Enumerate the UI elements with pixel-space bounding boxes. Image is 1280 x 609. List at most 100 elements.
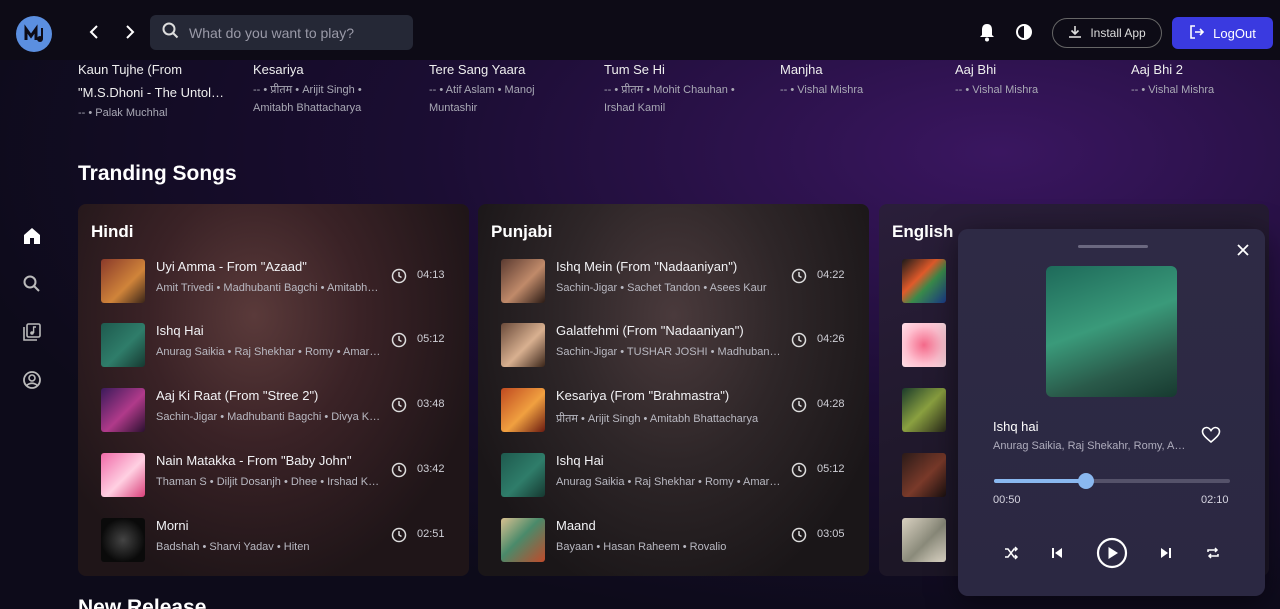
recent-subtitle: -- • Vishal Mishra [780,84,864,96]
progress-fill [994,479,1087,483]
repeat-icon[interactable] [1203,543,1223,563]
song-duration: 04:28 [817,398,845,410]
song-duration: 03:42 [417,463,445,475]
recent-item[interactable]: Kesariya -- • प्रीतम • Arijit Singh • Am… [253,58,413,117]
logout-label: LogOut [1213,25,1256,41]
close-icon[interactable] [1236,243,1250,257]
recent-subtitle: -- • Atif Aslam • Manoj [429,84,535,96]
recent-subtitle: -- • Palak Muchhal [78,107,168,119]
home-icon[interactable] [20,224,44,248]
song-artist: Sachin-Jigar • Madhubanti Bagchi • Divya… [156,411,381,423]
search-input[interactable] [189,24,399,41]
search-nav-icon[interactable] [20,272,44,296]
hindi-card: Hindi Uyi Amma - From "Azaad" Amit Trive… [78,204,469,576]
recent-item[interactable]: Aaj Bhi -- • Vishal Mishra [955,58,1115,99]
song-duration: 04:22 [817,269,845,281]
song-row[interactable]: Morni Badshah • Sharvi Yadav • Hiten 02:… [101,518,461,564]
forward-arrow-icon[interactable] [118,20,142,44]
theme-toggle-icon[interactable] [1014,22,1034,42]
clock-icon [791,332,807,348]
clock-icon [391,332,407,348]
song-artist: Amit Trivedi • Madhubanti Bagchi • Amita… [156,282,381,294]
profile-icon[interactable] [20,368,44,392]
clock-icon [791,462,807,478]
song-thumbnail [101,259,145,303]
song-row[interactable]: Ishq Mein (From "Nadaaniyan") Sachin-Jig… [501,259,861,305]
song-thumbnail [501,518,545,562]
recent-title: "M.S.Dhoni - The Untol… [78,85,224,100]
song-thumbnail [902,518,946,562]
new-release-section-title: New Release [78,596,207,609]
progress-knob[interactable] [1078,473,1095,489]
recent-subtitle: Amitabh Bhattacharya [253,102,362,114]
song-artist: Sachin-Jigar • Sachet Tandon • Asees Kau… [556,282,767,294]
recent-item[interactable]: Tum Se Hi -- • प्रीतम • Mohit Chauhan • … [604,58,764,117]
song-name: Ishq Hai [156,323,204,338]
current-time: 00:50 [993,494,1021,506]
song-name: Morni [156,518,189,533]
recent-subtitle: -- • प्रीतम • Mohit Chauhan • [604,84,735,96]
song-thumbnail [501,323,545,367]
recent-title: Tere Sang Yaara [429,62,526,77]
recent-item[interactable]: Kaun Tujhe (From "M.S.Dhoni - The Untol…… [78,58,238,122]
song-name: Uyi Amma - From "Azaad" [156,259,307,274]
song-row[interactable]: Ishq Hai Anurag Saikia • Raj Shekhar • R… [501,453,861,499]
recent-item[interactable]: Aaj Bhi 2 -- • Vishal Mishra [1131,58,1280,99]
recent-title: Kaun Tujhe (From [78,62,183,77]
song-thumbnail [101,453,145,497]
app-logo[interactable] [16,16,52,52]
clock-icon [391,462,407,478]
song-thumbnail [501,259,545,303]
song-row[interactable]: Ishq Hai Anurag Saikia • Raj Shekhar • R… [101,323,461,369]
recent-title: Kesariya [253,62,304,77]
heart-icon[interactable] [1201,426,1221,444]
recent-subtitle: -- • Vishal Mishra [1131,84,1215,96]
recent-subtitle: Irshad Kamil [604,102,666,114]
bell-icon[interactable] [977,22,997,42]
card-title: English [892,222,954,241]
now-playing-panel: Ishq hai Anurag Saikia, Raj Shekahr, Rom… [958,229,1265,596]
clock-icon [391,397,407,413]
clock-icon [791,527,807,543]
song-duration: 02:51 [417,528,445,540]
song-name: Ishq Hai [556,453,604,468]
next-icon[interactable] [1156,543,1176,563]
recent-title: Manjha [780,62,823,77]
recent-title: Aaj Bhi [955,62,997,77]
progress-bar[interactable] [994,473,1230,489]
song-row[interactable]: Uyi Amma - From "Azaad" Amit Trivedi • M… [101,259,461,305]
recent-item[interactable]: Manjha -- • Vishal Mishra [780,58,940,99]
play-button[interactable] [1096,537,1128,569]
song-row[interactable]: Maand Bayaan • Hasan Raheem • Rovalio 03… [501,518,861,564]
song-row[interactable]: Kesariya (From "Brahmastra") प्रीतम • Ar… [501,388,861,434]
install-app-button[interactable]: Install App [1052,18,1162,48]
song-thumbnail [902,323,946,367]
recent-item[interactable]: Tere Sang Yaara -- • Atif Aslam • Manoj … [429,58,589,117]
logout-icon [1189,24,1205,43]
install-app-label: Install App [1090,26,1146,40]
previous-icon[interactable] [1047,543,1067,563]
card-title: Punjabi [491,222,553,241]
song-artist: Badshah • Sharvi Yadav • Hiten [156,541,310,553]
punjabi-card: Punjabi Ishq Mein (From "Nadaaniyan") Sa… [478,204,869,576]
shuffle-icon[interactable] [1001,543,1021,563]
song-duration: 05:12 [817,463,845,475]
logout-button[interactable]: LogOut [1172,17,1273,49]
song-row[interactable]: Nain Matakka - From "Baby John" Thaman S… [101,453,461,499]
now-playing-artist: Anurag Saikia, Raj Shekahr, Romy, Amarab… [993,440,1193,452]
song-name: Kesariya (From "Brahmastra") [556,388,730,403]
song-thumbnail [902,453,946,497]
drag-handle[interactable] [1078,245,1148,248]
song-artist: Thaman S • Diljit Dosanjh • Dhee • Irsha… [156,476,381,488]
card-title: Hindi [91,222,134,241]
library-icon[interactable] [20,320,44,344]
song-duration: 03:05 [817,528,845,540]
song-row[interactable]: Galatfehmi (From "Nadaaniyan") Sachin-Ji… [501,323,861,369]
song-row[interactable]: Aaj Ki Raat (From "Stree 2") Sachin-Jiga… [101,388,461,434]
song-name: Ishq Mein (From "Nadaaniyan") [556,259,738,274]
clock-icon [391,527,407,543]
search-bar[interactable] [150,15,413,50]
recent-title: Aaj Bhi 2 [1131,62,1184,77]
back-arrow-icon[interactable] [82,20,106,44]
song-thumbnail [501,388,545,432]
